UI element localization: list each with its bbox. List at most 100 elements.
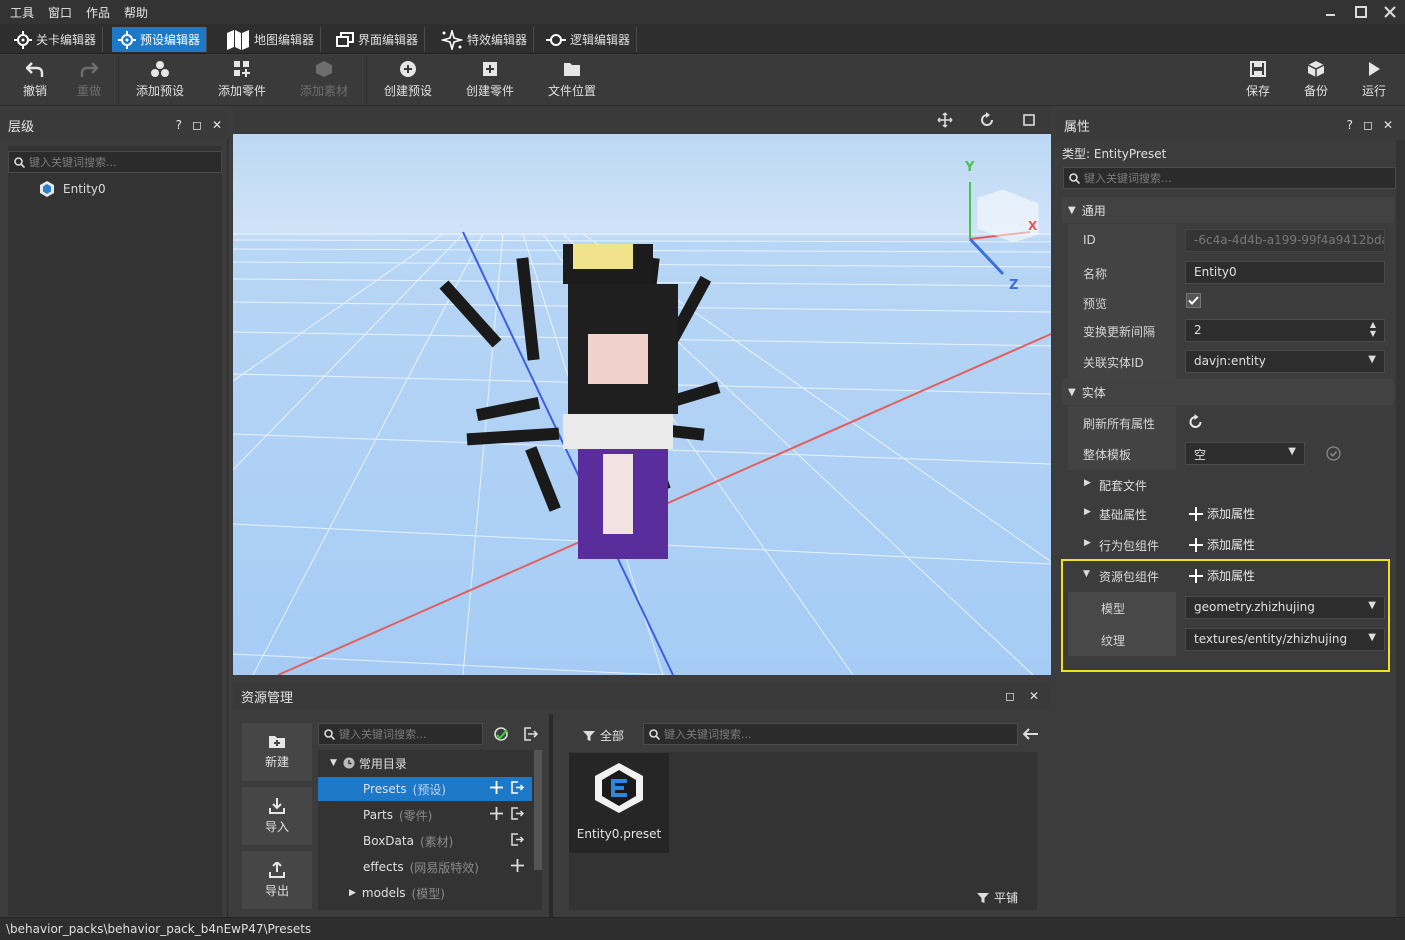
main-toolbar: 撤销 重做 添加预设 添加零件 添加素材 创建预设 创建零件 文件位置 保存 备…: [0, 54, 1405, 106]
minimize-icon[interactable]: [1322, 3, 1340, 21]
search-icon: [649, 728, 660, 740]
tree-effects[interactable]: effects (网易版特效): [318, 855, 532, 879]
add-material-button[interactable]: 添加素材: [289, 60, 359, 104]
scale-icon[interactable]: [1021, 112, 1037, 128]
move-icon[interactable]: [937, 112, 953, 128]
chevron-right-icon: ▶: [349, 888, 356, 898]
tile-view-button[interactable]: 平铺: [977, 889, 1018, 906]
hierarchy-item-entity0[interactable]: Entity0: [38, 180, 106, 198]
crosshair-icon: [118, 30, 136, 49]
import-button[interactable]: 导入: [242, 787, 312, 845]
collapse-icon[interactable]: [511, 781, 524, 794]
section-general[interactable]: ▼ 通用: [1062, 197, 1394, 223]
create-part-button[interactable]: 创建零件: [455, 60, 525, 104]
redo-icon: [80, 60, 98, 78]
group-basic-props[interactable]: ▶ 基础属性 添加属性: [1068, 499, 1394, 529]
crosshair-icon: [14, 30, 32, 49]
tree-boxdata[interactable]: BoxData (素材): [318, 829, 532, 853]
gizmo-x-label: X: [1028, 219, 1038, 233]
help-icon[interactable]: ?: [176, 118, 182, 132]
group-config-files[interactable]: ▶ 配套文件: [1068, 470, 1394, 500]
properties-scrollbar[interactable]: [1396, 140, 1405, 917]
new-folder-icon: [268, 734, 286, 749]
highlight-box: [1061, 559, 1390, 672]
plus-icon: [1189, 537, 1203, 552]
add-preset-button[interactable]: 添加预设: [125, 60, 195, 104]
tree-scrollbar[interactable]: [534, 750, 542, 870]
interval-stepper[interactable]: 2 ▲ ▼: [1185, 319, 1385, 342]
maximize-icon[interactable]: [1352, 3, 1370, 21]
rotate-icon[interactable]: [979, 112, 995, 128]
hierarchy-search-input[interactable]: 键入关键词搜索...: [8, 151, 222, 173]
entity-id-dropdown[interactable]: davjn:entity ▼: [1185, 350, 1385, 373]
tree-common-dir[interactable]: ▼ 常用目录: [318, 751, 532, 775]
maximize-icon[interactable]: ◻: [1363, 118, 1373, 132]
tree-parts[interactable]: Parts (零件): [318, 803, 532, 827]
maximize-icon[interactable]: ◻: [1005, 689, 1015, 703]
collapse-icon[interactable]: [511, 833, 524, 846]
filter-all-button[interactable]: 全部: [583, 727, 624, 744]
close-icon[interactable]: ✕: [1029, 689, 1039, 703]
prop-row-name: 名称 Entity0: [1068, 257, 1394, 287]
tree-models[interactable]: ▶ models (模型): [318, 881, 532, 905]
resources-search-input[interactable]: 键入关键词搜索...: [318, 723, 483, 745]
tab-effects-editor[interactable]: 特效编辑器: [435, 27, 535, 52]
preview-checkbox[interactable]: [1186, 293, 1201, 308]
add-part-button[interactable]: 添加零件: [207, 60, 277, 104]
tab-logic-editor[interactable]: 逻辑编辑器: [540, 27, 638, 52]
create-preset-button[interactable]: 创建预设: [373, 60, 443, 104]
tab-preset-editor[interactable]: 预设编辑器: [112, 27, 208, 52]
menu-bar: 工具 窗口 作品 帮助: [0, 0, 1405, 24]
file-tile-entity0[interactable]: Entity0.preset: [569, 753, 669, 853]
filter-icon: [583, 730, 595, 742]
close-icon[interactable]: ✕: [212, 118, 222, 132]
collapse-icon[interactable]: [511, 807, 524, 820]
section-entity[interactable]: ▼ 实体: [1062, 379, 1394, 405]
template-dropdown[interactable]: 空 ▼: [1185, 442, 1305, 465]
group-behavior-comp[interactable]: ▶ 行为包组件 添加属性: [1068, 530, 1394, 560]
add-behavior-prop-button[interactable]: 添加属性: [1189, 536, 1255, 553]
confirm-check-icon[interactable]: [1326, 446, 1341, 461]
sparkle-icon: [441, 29, 463, 50]
tab-ui-editor[interactable]: 界面编辑器: [330, 27, 426, 52]
refresh-icon[interactable]: [1188, 414, 1203, 429]
create-preset-icon: [399, 60, 417, 78]
backup-icon: [1307, 60, 1325, 78]
create-part-icon: [481, 60, 499, 78]
new-button[interactable]: 新建: [242, 723, 312, 781]
menu-works[interactable]: 作品: [86, 4, 110, 21]
menu-window[interactable]: 窗口: [48, 4, 72, 21]
stepper-arrows-icon[interactable]: ▲ ▼: [1370, 320, 1376, 338]
locate-icon[interactable]: [493, 726, 510, 743]
run-button[interactable]: 运行: [1339, 60, 1405, 104]
file-location-button[interactable]: 文件位置: [537, 60, 607, 104]
close-icon[interactable]: [1381, 3, 1399, 21]
help-icon[interactable]: ?: [1347, 118, 1353, 132]
menu-help[interactable]: 帮助: [124, 4, 148, 21]
tab-map-editor[interactable]: 地图编辑器: [220, 27, 322, 52]
name-field[interactable]: Entity0: [1185, 261, 1385, 284]
menu-tools[interactable]: 工具: [10, 4, 34, 21]
redo-button[interactable]: 重做: [54, 60, 124, 104]
chevron-right-icon: ▶: [1084, 538, 1091, 548]
collapse-icon[interactable]: [522, 726, 538, 742]
tree-presets[interactable]: Presets (预设): [318, 777, 532, 801]
close-icon[interactable]: ✕: [1383, 118, 1393, 132]
3d-viewport[interactable]: Y X Z: [233, 134, 1051, 675]
plus-icon[interactable]: [511, 859, 524, 872]
chevron-down-icon: ▼: [330, 758, 337, 768]
cube-icon: [315, 60, 333, 78]
maximize-icon[interactable]: ◻: [192, 118, 202, 132]
resources-header: 资源管理 ◻ ✕: [233, 682, 1051, 710]
import-icon: [268, 797, 286, 814]
plus-icon[interactable]: [490, 807, 503, 820]
properties-search-input[interactable]: 键入关键词搜索...: [1063, 167, 1396, 189]
export-icon: [268, 861, 286, 878]
splitter[interactable]: [549, 714, 553, 917]
back-arrow-icon[interactable]: [1023, 727, 1039, 741]
file-search-input[interactable]: 键入关键词搜索...: [643, 723, 1018, 745]
tab-level-editor[interactable]: 关卡编辑器: [8, 27, 104, 52]
add-basic-prop-button[interactable]: 添加属性: [1189, 505, 1255, 522]
plus-icon[interactable]: [490, 781, 503, 794]
export-button[interactable]: 导出: [242, 851, 312, 909]
